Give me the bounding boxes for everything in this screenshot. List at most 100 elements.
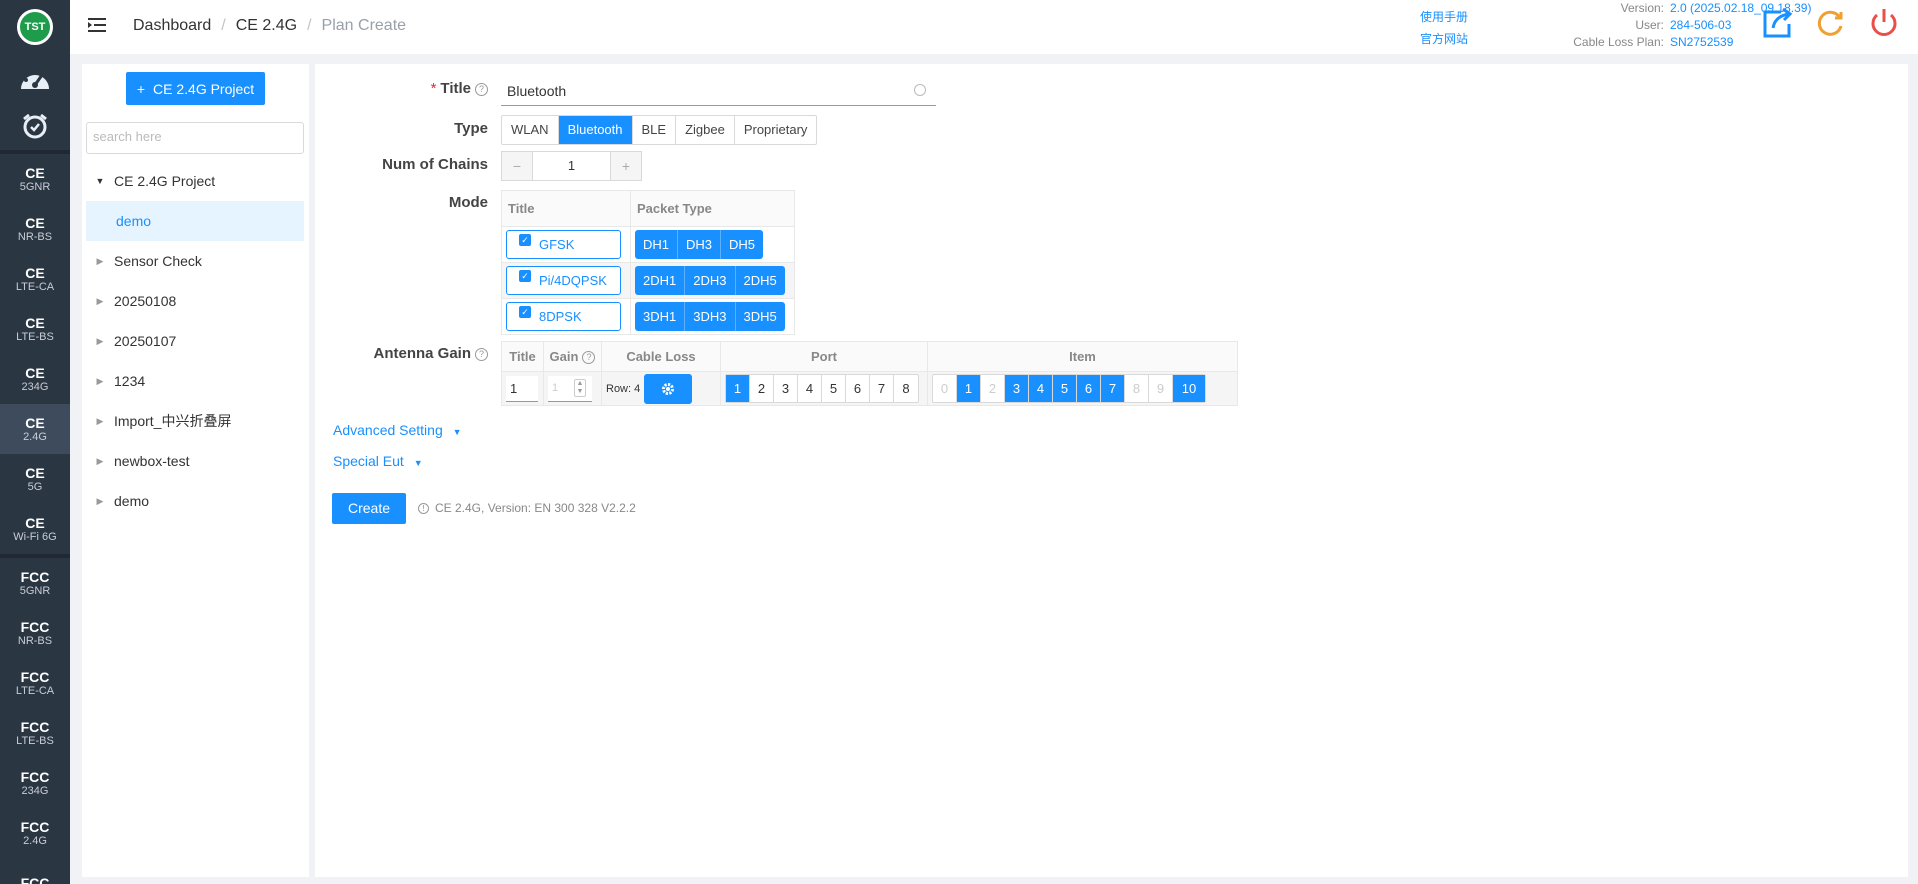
rail-item[interactable]: CE Wi-Fi 6G	[0, 504, 70, 554]
mode-checkbox[interactable]: ✓ GFSK	[506, 230, 621, 259]
caret-right-icon[interactable]: ▶	[86, 496, 114, 507]
port-option[interactable]: 1	[726, 375, 750, 402]
dashboard-gauge-icon[interactable]	[0, 54, 70, 102]
breadcrumb-section[interactable]: CE 2.4G	[236, 17, 297, 35]
tree-child-item[interactable]: demo	[86, 201, 304, 241]
tree-node[interactable]: ▶ 20250107	[86, 321, 304, 361]
help-icon[interactable]: ?	[475, 83, 488, 96]
caret-right-icon[interactable]: ▶	[86, 416, 114, 427]
packet-type-option[interactable]: 3DH3	[685, 302, 736, 331]
item-option[interactable]: 4	[1029, 375, 1053, 402]
item-option[interactable]: 9	[1149, 375, 1173, 402]
item-option[interactable]: 0	[933, 375, 957, 402]
type-option[interactable]: WLAN	[502, 116, 559, 144]
rail-item[interactable]: CE NR-BS	[0, 204, 70, 254]
item-option[interactable]: 5	[1053, 375, 1077, 402]
tree-label: 20250107	[114, 333, 177, 349]
menu-toggle-icon[interactable]	[88, 17, 106, 33]
packet-type-option[interactable]: 2DH1	[635, 266, 686, 295]
rail-item[interactable]: CE 234G	[0, 354, 70, 404]
packet-type-option[interactable]: 2DH5	[736, 266, 785, 295]
manual-link[interactable]: 使用手册	[1420, 6, 1468, 28]
packet-type-option[interactable]: 3DH1	[635, 302, 686, 331]
type-option[interactable]: Zigbee	[676, 116, 735, 144]
caret-right-icon[interactable]: ▶	[86, 296, 114, 307]
breadcrumb-dashboard[interactable]: Dashboard	[133, 17, 211, 35]
port-option[interactable]: 8	[894, 375, 918, 402]
item-option[interactable]: 6	[1077, 375, 1101, 402]
packet-type-option[interactable]: 3DH5	[736, 302, 785, 331]
rail-item-subtitle: 234G	[21, 380, 49, 393]
rail-item[interactable]: CE 5GNR	[0, 154, 70, 204]
rail-item[interactable]: CE 5G	[0, 454, 70, 504]
help-icon[interactable]: ?	[582, 351, 596, 364]
increment-button[interactable]: +	[611, 152, 641, 180]
packet-type-option[interactable]: DH5	[721, 230, 763, 259]
rail-item[interactable]: FCC LTE-BS	[0, 708, 70, 758]
tree-node[interactable]: ▶ newbox-test	[86, 441, 304, 481]
alarm-clock-icon[interactable]	[0, 102, 70, 150]
rail-item[interactable]: FCC	[0, 858, 70, 884]
caret-down-icon[interactable]: ▼	[86, 176, 114, 186]
packet-type-option[interactable]: DH3	[678, 230, 722, 259]
tree-node[interactable]: ▶ 1234	[86, 361, 304, 401]
port-option[interactable]: 4	[798, 375, 822, 402]
special-eut-toggle[interactable]: Special Eut ▼	[333, 453, 423, 469]
item-option[interactable]: 10	[1173, 375, 1205, 402]
power-icon[interactable]	[1867, 6, 1901, 40]
caret-right-icon[interactable]: ▶	[86, 256, 114, 267]
refresh-icon[interactable]	[1813, 6, 1847, 40]
help-icon[interactable]: ?	[475, 348, 488, 361]
tree-node[interactable]: ▶ 20250108	[86, 281, 304, 321]
ant-header-cable: Cable Loss	[601, 341, 721, 372]
item-option[interactable]: 1	[957, 375, 981, 402]
create-button[interactable]: Create	[332, 493, 406, 524]
caret-right-icon[interactable]: ▶	[86, 376, 114, 387]
rail-item[interactable]: CE 2.4G	[0, 404, 70, 454]
type-option[interactable]: BLE	[633, 116, 677, 144]
decrement-button[interactable]: −	[502, 152, 532, 180]
rail-item[interactable]: CE LTE-BS	[0, 304, 70, 354]
search-input[interactable]: search here	[86, 122, 304, 154]
type-option[interactable]: Bluetooth	[558, 116, 633, 144]
caret-right-icon[interactable]: ▶	[86, 456, 114, 467]
tree-node[interactable]: ▶ Sensor Check	[86, 241, 304, 281]
rail-item[interactable]: FCC NR-BS	[0, 608, 70, 658]
advanced-setting-toggle[interactable]: Advanced Setting ▼	[333, 422, 462, 438]
rail-item[interactable]: CE LTE-CA	[0, 254, 70, 304]
cable-plan-value[interactable]: SN2752539	[1670, 34, 1733, 51]
ant-title-input[interactable]: 1	[506, 375, 538, 402]
type-option[interactable]: Proprietary	[735, 116, 817, 144]
mode-checkbox[interactable]: ✓ Pi/4DQPSK	[506, 266, 621, 295]
tree-node[interactable]: ▶ demo	[86, 481, 304, 521]
chains-value[interactable]: 1	[532, 152, 611, 180]
port-option[interactable]: 6	[846, 375, 870, 402]
port-option[interactable]: 2	[750, 375, 774, 402]
packet-type-option[interactable]: DH1	[635, 230, 679, 259]
port-option[interactable]: 7	[870, 375, 894, 402]
packet-type-option[interactable]: 2DH3	[685, 266, 736, 295]
app-logo[interactable]: TST	[17, 9, 53, 45]
website-link[interactable]: 官方网站	[1420, 28, 1468, 50]
item-option[interactable]: 2	[981, 375, 1005, 402]
item-option[interactable]: 3	[1005, 375, 1029, 402]
title-input[interactable]: Bluetooth	[501, 76, 936, 106]
ant-gain-input[interactable]: 1 ▲ ▼	[548, 375, 592, 402]
rail-item[interactable]: FCC 2.4G	[0, 808, 70, 858]
caret-right-icon[interactable]: ▶	[86, 336, 114, 347]
rail-item[interactable]: FCC LTE-CA	[0, 658, 70, 708]
item-option[interactable]: 7	[1101, 375, 1125, 402]
breadcrumb-separator: /	[221, 17, 226, 34]
tree-node[interactable]: ▶ Import_中兴折叠屏	[86, 401, 304, 441]
tree-node[interactable]: ▼ CE 2.4G Project	[86, 161, 304, 201]
export-icon[interactable]	[1761, 6, 1795, 40]
port-option[interactable]: 5	[822, 375, 846, 402]
cable-settings-button[interactable]	[644, 373, 693, 404]
mode-checkbox[interactable]: ✓ 8DPSK	[506, 302, 621, 331]
port-option[interactable]: 3	[774, 375, 798, 402]
item-option[interactable]: 8	[1125, 375, 1149, 402]
spinner-icon[interactable]: ▲ ▼	[574, 378, 586, 397]
rail-item[interactable]: FCC 234G	[0, 758, 70, 808]
rail-item[interactable]: FCC 5GNR	[0, 558, 70, 608]
new-project-button[interactable]: + CE 2.4G Project	[126, 72, 265, 105]
